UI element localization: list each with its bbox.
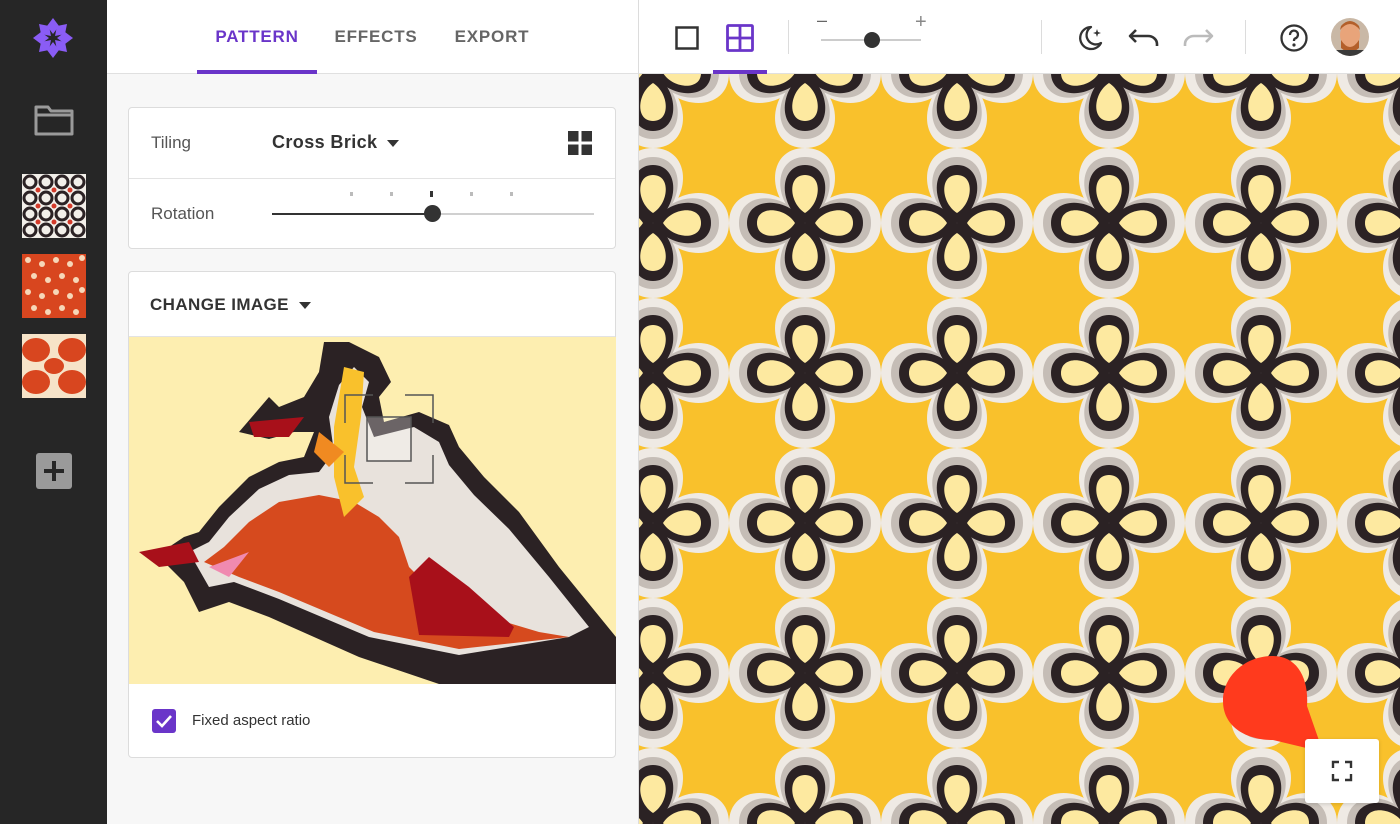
rotation-slider-knob[interactable]	[424, 205, 441, 222]
pattern-canvas[interactable]	[639, 74, 1400, 824]
rotation-tick	[510, 192, 513, 196]
add-icon[interactable]	[36, 453, 72, 489]
help-icon[interactable]	[1279, 23, 1309, 53]
tiling-dropdown[interactable]: Cross Brick	[272, 132, 400, 153]
folder-icon[interactable]	[33, 102, 75, 138]
tab-pattern[interactable]: PATTERN	[197, 0, 317, 74]
pattern-thumbnail-3[interactable]	[22, 334, 86, 398]
rotation-tick	[350, 192, 353, 196]
pattern-thumbnail-2[interactable]	[22, 254, 86, 318]
rotation-tick	[470, 192, 473, 196]
rotation-tick-center	[430, 191, 433, 197]
pattern-thumbnail-1[interactable]	[22, 174, 86, 238]
undo-icon[interactable]	[1128, 26, 1160, 50]
rotation-slider-fill	[272, 213, 432, 215]
moon-stars-icon[interactable]	[1075, 23, 1105, 53]
tab-effects[interactable]: EFFECTS	[327, 0, 425, 74]
toolbar-separator	[1041, 20, 1042, 54]
left-rail	[0, 0, 107, 824]
tiling-card: Tiling Cross Brick Rotation	[128, 107, 616, 249]
image-card: CHANGE IMAGE Fixed aspect ratio	[128, 271, 616, 758]
grid-view-icon[interactable]	[726, 24, 754, 52]
change-image-dropdown[interactable]: CHANGE IMAGE	[150, 295, 311, 315]
source-image[interactable]	[129, 337, 616, 684]
rotation-tick	[390, 192, 393, 196]
settings-panel: PATTERN EFFECTS EXPORT Tiling Cross Bric…	[107, 0, 639, 824]
tab-export[interactable]: EXPORT	[442, 0, 542, 74]
rotation-label: Rotation	[151, 204, 215, 223]
tiling-label: Tiling	[151, 133, 191, 152]
change-image-label: CHANGE IMAGE	[150, 295, 289, 314]
fixed-aspect-label: Fixed aspect ratio	[192, 712, 311, 729]
toolbar-separator	[788, 20, 789, 54]
toolbar-separator	[1245, 20, 1246, 54]
divider	[129, 178, 615, 179]
redo-icon[interactable]	[1182, 26, 1214, 50]
fixed-aspect-checkbox[interactable]	[152, 709, 176, 733]
check-icon	[156, 715, 172, 728]
zoom-plus-label: +	[915, 11, 927, 33]
logo-icon[interactable]	[31, 16, 75, 60]
chevron-down-icon	[298, 302, 311, 310]
fullscreen-icon	[1331, 760, 1353, 782]
canvas-toolbar: – +	[639, 0, 1400, 74]
avatar[interactable]	[1331, 18, 1369, 56]
zoom-minus-label: –	[817, 10, 828, 30]
fullscreen-button[interactable]	[1305, 739, 1379, 803]
tiling-value: Cross Brick	[272, 132, 378, 152]
grid-icon[interactable]	[568, 131, 592, 155]
zoom-slider-knob[interactable]	[864, 32, 880, 48]
single-view-icon[interactable]	[675, 26, 699, 50]
tab-bar: PATTERN EFFECTS EXPORT	[107, 0, 638, 74]
chevron-down-icon	[387, 139, 400, 147]
